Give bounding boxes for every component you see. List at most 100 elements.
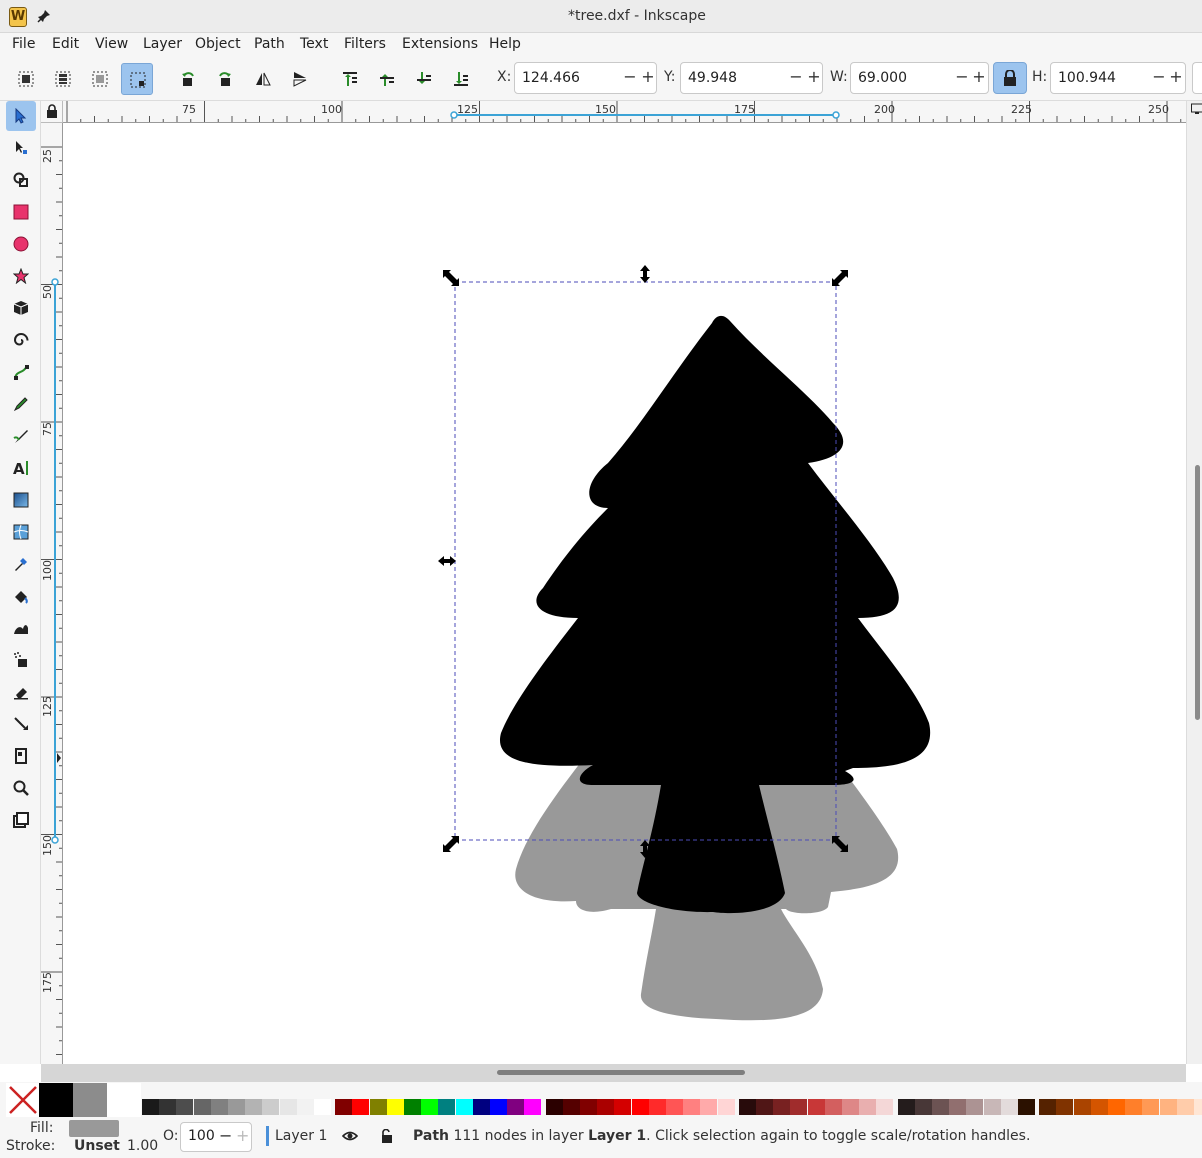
menu-edit[interactable]: Edit (52, 36, 79, 52)
palette-swatch[interactable] (738, 1099, 756, 1115)
recent-fill-swatch[interactable] (39, 1083, 73, 1117)
palette-swatch[interactable] (159, 1099, 177, 1115)
touch-select-button[interactable] (121, 63, 153, 95)
palette-swatch[interactable] (914, 1099, 932, 1115)
palette-swatch[interactable] (932, 1099, 949, 1115)
palette-swatch[interactable] (1039, 1099, 1057, 1115)
opacity-increment-button[interactable]: + (236, 1126, 249, 1145)
no-paint-swatch[interactable] (6, 1083, 40, 1117)
palette-swatch[interactable] (438, 1099, 456, 1115)
y-increment-button[interactable]: + (805, 66, 823, 90)
palette-swatch[interactable] (631, 1099, 649, 1115)
vertical-scrollbar[interactable] (1186, 101, 1202, 1064)
menu-file[interactable]: File (12, 36, 35, 52)
lower-to-bottom-button[interactable] (445, 63, 477, 95)
overflow-button[interactable] (1192, 62, 1202, 94)
pen-tool[interactable] (6, 357, 36, 387)
fill-indicator[interactable] (69, 1120, 119, 1137)
connector-tool[interactable] (6, 709, 36, 739)
palette-swatch[interactable] (1018, 1099, 1035, 1115)
palette-swatch[interactable] (1108, 1099, 1125, 1115)
star-tool[interactable] (6, 261, 36, 291)
palette-swatch[interactable] (842, 1099, 859, 1115)
palette-swatch[interactable] (524, 1099, 542, 1115)
ellipse-tool[interactable] (6, 229, 36, 259)
palette-swatch[interactable] (614, 1099, 632, 1115)
palette-swatch[interactable] (176, 1099, 194, 1115)
w-input[interactable] (852, 64, 950, 92)
palette-swatch[interactable] (472, 1099, 490, 1115)
palette-swatch[interactable] (949, 1099, 967, 1115)
handle-top-left[interactable] (443, 270, 459, 286)
measure-tool[interactable] (6, 805, 36, 835)
palette-swatch[interactable] (1056, 1099, 1074, 1115)
select-all-button[interactable] (10, 63, 42, 95)
palette-swatch[interactable] (314, 1099, 331, 1115)
palette-swatch[interactable] (580, 1099, 597, 1115)
opacity-decrement-button[interactable]: − (219, 1126, 232, 1145)
deselect-button[interactable] (84, 63, 116, 95)
horizontal-scrollbar[interactable] (41, 1064, 1186, 1082)
select-all-layers-button[interactable] (47, 63, 79, 95)
palette-swatch[interactable] (210, 1099, 228, 1115)
node-tool[interactable] (6, 133, 36, 163)
w-increment-button[interactable]: + (970, 66, 988, 90)
raise-button[interactable] (371, 63, 403, 95)
palette-swatch[interactable] (228, 1099, 245, 1115)
eraser-tool[interactable] (6, 677, 36, 707)
raise-to-top-button[interactable] (334, 63, 366, 95)
current-layer-dropdown[interactable]: Layer 1 (275, 1128, 327, 1144)
unlocked-icon[interactable] (380, 1129, 394, 1143)
x-field[interactable]: − + (514, 62, 657, 94)
shape-builder-tool[interactable] (6, 165, 36, 195)
3d-box-tool[interactable] (6, 293, 36, 323)
palette-swatch[interactable] (1125, 1099, 1143, 1115)
palette-swatch[interactable] (683, 1099, 701, 1115)
palette-swatch[interactable] (1159, 1099, 1177, 1115)
selector-tool[interactable] (6, 101, 36, 131)
y-decrement-button[interactable]: − (787, 66, 805, 90)
flip-vertical-button[interactable] (284, 63, 316, 95)
palette-swatch[interactable] (545, 1099, 563, 1115)
palette-swatch[interactable] (648, 1099, 666, 1115)
palette-swatch[interactable] (824, 1099, 842, 1115)
palette-swatch[interactable] (562, 1099, 580, 1115)
palette-swatch[interactable] (1073, 1099, 1091, 1115)
drawing-canvas[interactable] (63, 123, 1186, 1064)
menu-help[interactable]: Help (489, 36, 521, 52)
opacity-field[interactable]: 100 − + (180, 1122, 252, 1152)
palette-swatch[interactable] (773, 1099, 791, 1115)
palette-swatch[interactable] (1090, 1099, 1108, 1115)
zoom-tool[interactable] (6, 773, 36, 803)
palette-swatch[interactable] (876, 1099, 894, 1115)
text-tool[interactable]: A (6, 453, 36, 483)
menu-view[interactable]: View (95, 36, 128, 52)
flip-horizontal-button[interactable] (247, 63, 279, 95)
lock-proportions-button[interactable] (993, 62, 1027, 94)
palette-swatch[interactable] (352, 1099, 370, 1115)
stroke-width-value[interactable]: 1.00 (127, 1138, 158, 1154)
mesh-tool[interactable] (6, 517, 36, 547)
recent-gray-swatch[interactable] (73, 1083, 107, 1117)
palette-swatch[interactable] (700, 1099, 718, 1115)
menu-text[interactable]: Text (300, 36, 328, 52)
palette-swatch[interactable] (790, 1099, 808, 1115)
spray-tool[interactable] (6, 645, 36, 675)
lower-button[interactable] (408, 63, 440, 95)
rectangle-tool[interactable] (6, 197, 36, 227)
handle-top-right[interactable] (832, 270, 848, 286)
vertical-scrollbar-thumb[interactable] (1195, 465, 1200, 720)
opacity-value[interactable]: 100 (188, 1128, 215, 1144)
palette-swatch[interactable] (296, 1099, 314, 1115)
ruler-corner[interactable] (41, 101, 63, 123)
x-input[interactable] (516, 64, 616, 92)
y-field[interactable]: − + (680, 62, 823, 94)
palette-swatch[interactable] (335, 1099, 353, 1115)
spiral-tool[interactable] (6, 325, 36, 355)
palette-swatch[interactable] (807, 1099, 825, 1115)
x-decrement-button[interactable]: − (621, 66, 639, 90)
palette-swatch[interactable] (1176, 1099, 1194, 1115)
menu-filters[interactable]: Filters (344, 36, 386, 52)
palette-swatch[interactable] (490, 1099, 507, 1115)
palette-swatch[interactable] (897, 1099, 915, 1115)
